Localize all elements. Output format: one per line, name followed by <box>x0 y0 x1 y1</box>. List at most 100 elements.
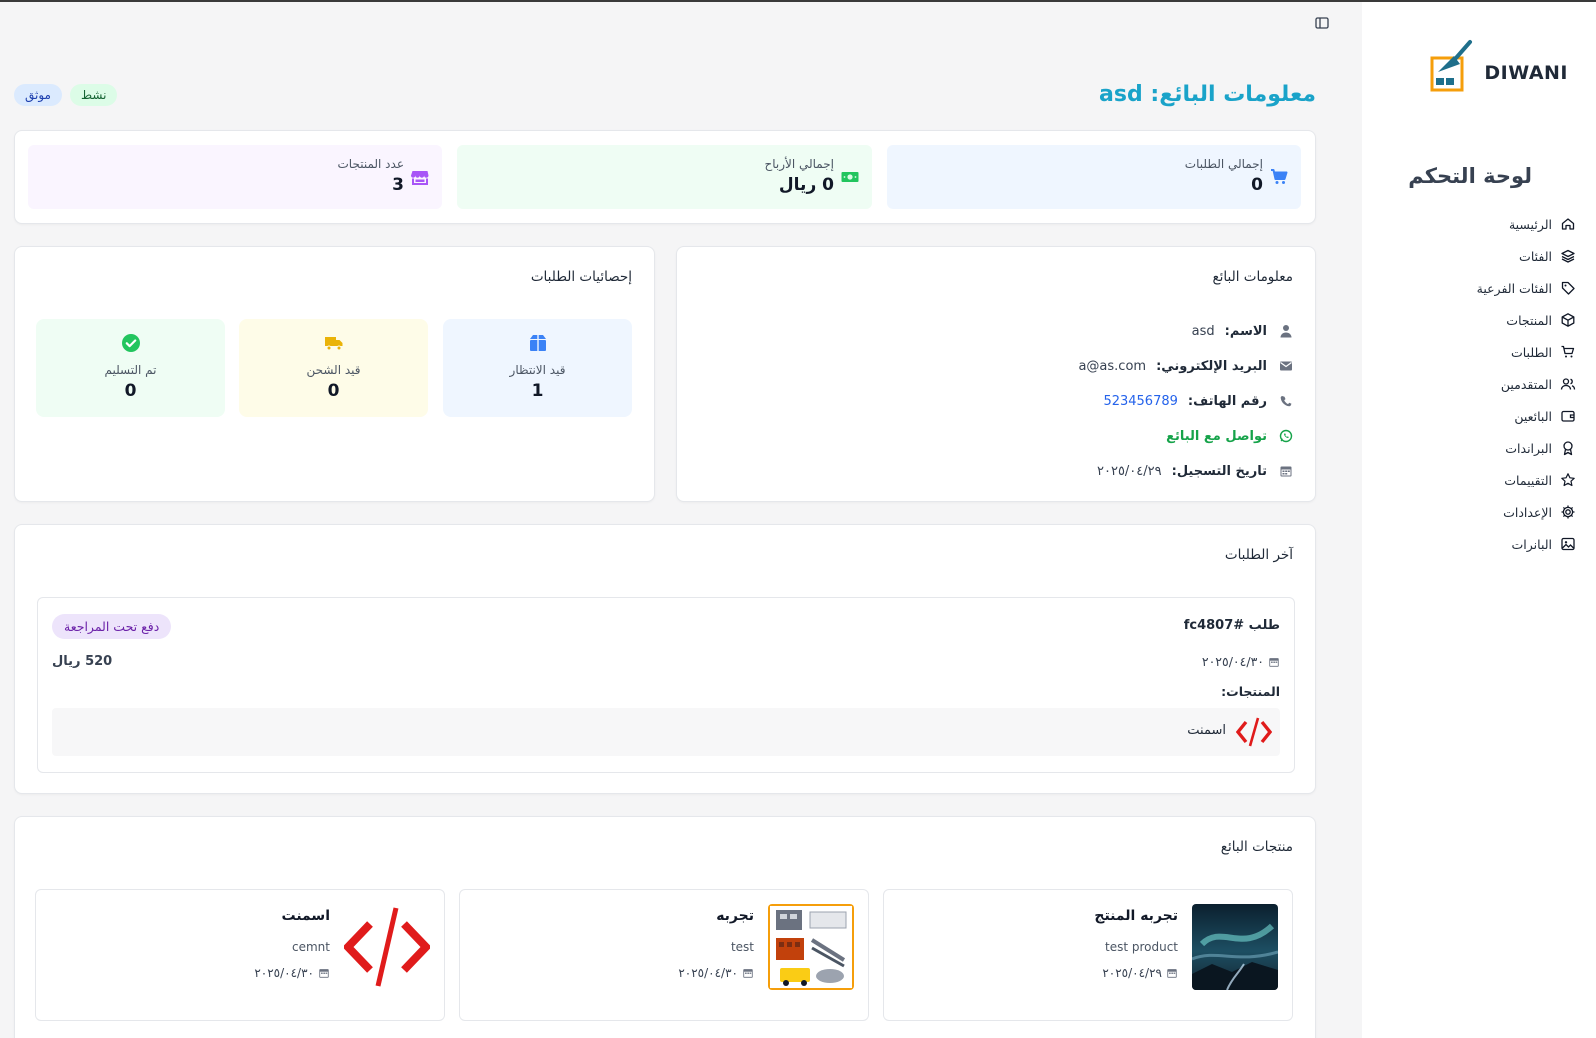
verified-badge: موثق <box>14 84 62 106</box>
seller-name-value: asd <box>1191 323 1215 339</box>
phone-icon <box>1280 396 1292 407</box>
sidebar-item-subcategories[interactable]: الفئات الفرعية <box>1376 272 1576 304</box>
money-icon <box>841 172 859 182</box>
shipping-orders-label: قيد الشحن <box>306 363 361 377</box>
product-name: تجربه <box>716 908 754 924</box>
sidebar-item-orders[interactable]: الطلبات <box>1376 336 1576 368</box>
trowel-logo-icon <box>1430 40 1472 92</box>
sidebar-item-categories[interactable]: الفئات <box>1376 240 1576 272</box>
total-orders-stat: إجمالي الطلبات 0 <box>887 145 1301 209</box>
latest-orders-card: آخر الطلبات طلب #fc4807 ٢٠٢٥/٠٤/٣٠ المنت… <box>14 524 1316 794</box>
sidebar-item-applicants[interactable]: المتقدمين <box>1376 368 1576 400</box>
order-stats-card: إحصائيات الطلبات قيد الانتظار 1 قيد الشح… <box>14 246 655 502</box>
calendar-icon <box>743 969 753 978</box>
products-count-value: 3 <box>392 175 404 195</box>
product-name: اسمنت <box>281 908 331 924</box>
award-icon <box>1563 441 1573 456</box>
sidebar-item-products[interactable]: المنتجات <box>1376 304 1576 336</box>
order-id: طلب #fc4807 <box>1183 618 1280 633</box>
pending-orders-value: 1 <box>531 381 544 401</box>
pending-orders-stat: قيد الانتظار 1 <box>443 319 632 417</box>
gear-icon <box>1561 505 1575 519</box>
sidebar-nav: الرئيسية الفئات الفئات الفرعية المنتجات … <box>1376 208 1576 560</box>
seller-registration-value: ٢٠٢٥/٠٤/٢٩ <box>1097 463 1162 479</box>
sidebar-item-reviews[interactable]: التقييمات <box>1376 464 1576 496</box>
sidebar-item-sellers[interactable]: البائعين <box>1376 400 1576 432</box>
order-date: ٢٠٢٥/٠٤/٣٠ <box>1202 654 1280 669</box>
sidebar: DIWANI لوحة التحكم الرئيسية الفئات الفئا… <box>1362 2 1596 1038</box>
product-date-value: ٢٠٢٥/٠٤/٢٩ <box>1102 966 1162 980</box>
total-profit-value: 0 ريال <box>778 175 834 195</box>
seller-registration-label: تاريخ التسجيل: <box>1171 463 1267 479</box>
shipping-orders-stat: قيد الشحن 0 <box>239 319 428 417</box>
sidebar-item-label: المتقدمين <box>1500 376 1552 392</box>
sidebar-item-label: الفئات <box>1519 248 1552 264</box>
calendar-icon <box>1280 466 1292 477</box>
sidebar-item-brands[interactable]: البراندات <box>1376 432 1576 464</box>
total-profit-stat: إجمالي الأرباح 0 ريال <box>457 145 872 209</box>
seller-email-label: البريد الإلكتروني: <box>1156 358 1267 374</box>
total-profit-label: إجمالي الأرباح <box>764 157 834 171</box>
calendar-icon <box>1269 657 1279 667</box>
box-icon <box>529 335 546 351</box>
wallet-icon <box>1561 410 1575 422</box>
seller-phone-label: رقم الهاتف: <box>1187 393 1267 409</box>
product-date: ٢٠٢٥/٠٤/٢٩ <box>1102 966 1178 980</box>
seller-phone-row: رقم الهاتف: 523456789 <box>1103 391 1293 411</box>
main-content: معلومات البائع: asd موثق نشط إجمالي الطل… <box>0 2 1362 1038</box>
seller-phone-link[interactable]: 523456789 <box>1103 394 1177 409</box>
store-icon <box>411 171 429 185</box>
layers-icon <box>1561 249 1575 263</box>
seller-email-value: a@as.com <box>1078 358 1147 374</box>
order-status-badge: دفع تحت المراجعة <box>52 614 172 639</box>
cart-icon <box>1271 169 1288 184</box>
calendar-icon <box>1167 969 1177 978</box>
whatsapp-contact-row[interactable]: تواصل مع البائع <box>1166 426 1293 446</box>
sidebar-item-label: الفئات الفرعية <box>1476 280 1552 296</box>
product-name: تجربه المنتج <box>1094 908 1178 924</box>
star-icon <box>1561 473 1575 487</box>
products-count-stat: عدد المنتجات 3 <box>28 145 442 209</box>
brand-logo[interactable]: DIWANI <box>1428 38 1568 98</box>
products-count-label: عدد المنتجات <box>337 157 405 171</box>
check-circle-icon <box>121 334 140 352</box>
image-icon <box>1561 537 1575 551</box>
total-orders-value: 0 <box>1251 175 1263 195</box>
sidebar-item-label: التقييمات <box>1504 472 1552 488</box>
sidebar-item-label: الرئيسية <box>1508 216 1552 232</box>
sidebar-item-settings[interactable]: الإعدادات <box>1376 496 1576 528</box>
home-icon <box>1561 218 1575 230</box>
product-date-value: ٢٠٢٥/٠٤/٣٠ <box>254 966 314 980</box>
seller-info-card: معلومات البائع الاسم: asd البريد الإلكتر… <box>676 246 1316 502</box>
product-description: cemnt <box>292 940 330 954</box>
sidebar-item-home[interactable]: الرئيسية <box>1376 208 1576 240</box>
sidebar-toggle-icon[interactable] <box>1314 15 1330 31</box>
seller-name-row: الاسم: asd <box>1192 321 1293 341</box>
calendar-icon <box>319 969 329 978</box>
sidebar-title: لوحة التحكم <box>1408 164 1532 188</box>
total-orders-label: إجمالي الطلبات <box>1184 157 1263 171</box>
sidebar-item-label: البراندات <box>1505 440 1552 456</box>
tag-icon <box>1561 281 1575 295</box>
cart-icon <box>1561 345 1575 358</box>
delivered-orders-stat: تم التسليم 0 <box>36 319 225 417</box>
users-icon <box>1560 378 1576 390</box>
order-products-label: المنتجات: <box>1221 684 1280 699</box>
product-description: test product <box>1104 940 1178 954</box>
product-card[interactable]: اسمنت cemnt ٢٠٢٥/٠٤/٣٠ <box>35 889 445 1021</box>
order-item[interactable]: طلب #fc4807 ٢٠٢٥/٠٤/٣٠ المنتجات: دفع تحت… <box>37 597 1295 773</box>
sidebar-item-banners[interactable]: البانرات <box>1376 528 1576 560</box>
order-product-name: اسمنت <box>1187 723 1226 738</box>
product-date: ٢٠٢٥/٠٤/٣٠ <box>254 966 330 980</box>
whatsapp-contact-link[interactable]: تواصل مع البائع <box>1166 429 1267 444</box>
product-card[interactable]: تجربه المنتج test product ٢٠٢٥/٠٤/٢٩ <box>883 889 1293 1021</box>
truck-icon <box>324 337 342 351</box>
sidebar-item-label: المنتجات <box>1506 312 1552 328</box>
latest-orders-title: آخر الطلبات <box>1224 547 1293 563</box>
seller-products-title: منتجات البائع <box>1220 839 1293 855</box>
box-icon <box>1561 313 1575 327</box>
sidebar-item-label: الطلبات <box>1510 344 1552 360</box>
sidebar-item-label: البائعين <box>1514 408 1552 424</box>
product-card[interactable]: تجربه test ٢٠٢٥/٠٤/٣٠ <box>459 889 869 1021</box>
pending-orders-label: قيد الانتظار <box>509 363 566 377</box>
